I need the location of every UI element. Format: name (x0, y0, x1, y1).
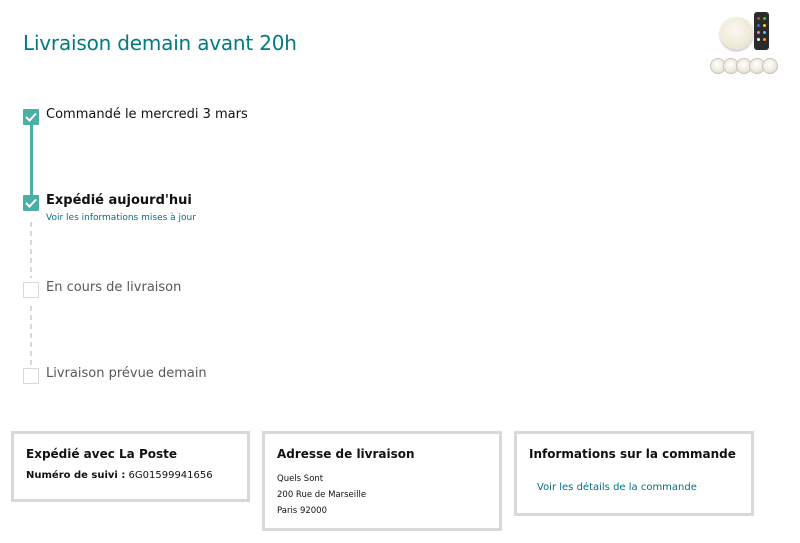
small-puck-lights-image (710, 58, 778, 74)
check-icon (23, 109, 39, 125)
check-icon (23, 195, 39, 211)
remote-control-image (754, 12, 769, 50)
unchecked-box-icon (23, 282, 39, 298)
order-info-card: Informations sur la commande Voir les dé… (514, 431, 754, 516)
delivery-address-card: Adresse de livraison Quels Sont 200 Rue … (262, 431, 502, 531)
tracking-value: 6G01599941656 (128, 470, 213, 481)
card-title: Informations sur la commande (529, 447, 736, 461)
step-label: Livraison prévue demain (46, 366, 207, 381)
step-label: En cours de livraison (46, 280, 182, 295)
timeline-progress-line (30, 124, 33, 196)
product-thumbnail[interactable] (708, 10, 778, 78)
tracking-number: Numéro de suivi : 6G01599941656 (26, 470, 213, 481)
step-label: Commandé le mercredi 3 mars (46, 107, 248, 122)
address-line: Quels Sont (277, 474, 324, 484)
unchecked-box-icon (23, 368, 39, 384)
updated-info-link[interactable]: Voir les informations mises à jour (46, 213, 196, 223)
address-line: 200 Rue de Marseille (277, 490, 367, 500)
puck-light-image (720, 17, 753, 50)
card-title: Expédié avec La Poste (26, 447, 178, 461)
timeline-pending-line (30, 222, 32, 278)
shipping-carrier-card: Expédié avec La Poste Numéro de suivi : … (11, 431, 250, 502)
timeline-pending-line (30, 306, 32, 366)
address-line: Paris 92000 (277, 506, 327, 516)
order-details-link[interactable]: Voir les détails de la commande (537, 482, 697, 493)
page-title: Livraison demain avant 20h (23, 31, 297, 55)
tracking-label: Numéro de suivi : (26, 470, 126, 481)
step-label: Expédié aujourd'hui (46, 193, 192, 208)
card-title: Adresse de livraison (277, 447, 415, 461)
